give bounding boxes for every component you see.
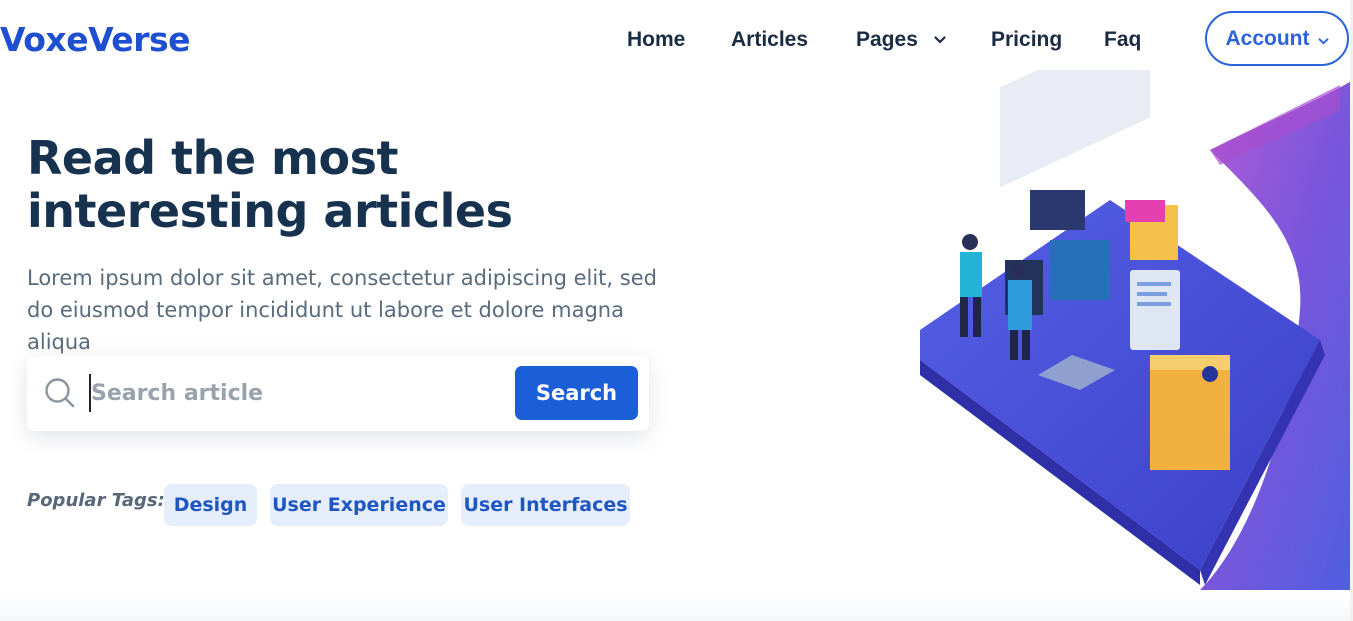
chevron-down-icon bbox=[934, 22, 946, 54]
page: VoxeVerse Home Articles Pages Pricing Fa… bbox=[0, 0, 1353, 621]
hero-title: Read the most interesting articles bbox=[27, 131, 513, 238]
search-icon bbox=[44, 377, 76, 409]
search-button[interactable]: Search bbox=[515, 366, 638, 420]
tag-user-interfaces[interactable]: User Interfaces bbox=[461, 484, 630, 526]
tag-user-experience[interactable]: User Experience bbox=[270, 484, 448, 526]
nav-item-home[interactable]: Home bbox=[627, 24, 685, 56]
chevron-down-icon bbox=[1318, 27, 1329, 51]
nav-item-pages-label: Pages bbox=[856, 28, 918, 51]
isometric-workspace-illustration bbox=[920, 17, 1353, 590]
nav-item-articles[interactable]: Articles bbox=[731, 24, 808, 56]
nav-item-faq[interactable]: Faq bbox=[1104, 24, 1141, 56]
hero-subtitle: Lorem ipsum dolor sit amet, consectetur … bbox=[27, 266, 657, 354]
hero-illustration bbox=[780, 17, 1353, 590]
search-input[interactable] bbox=[89, 374, 501, 412]
brand-logo[interactable]: VoxeVerse bbox=[0, 20, 191, 59]
section-divider bbox=[0, 596, 1353, 621]
popular-tags-label: Popular Tags: bbox=[27, 490, 165, 511]
tag-design[interactable]: Design bbox=[164, 484, 257, 526]
nav-item-pricing[interactable]: Pricing bbox=[991, 24, 1062, 56]
nav-item-pages[interactable]: Pages bbox=[856, 24, 946, 56]
account-button[interactable]: Account bbox=[1205, 11, 1349, 66]
search-bar: Search bbox=[27, 356, 649, 431]
account-button-label: Account bbox=[1225, 26, 1310, 50]
